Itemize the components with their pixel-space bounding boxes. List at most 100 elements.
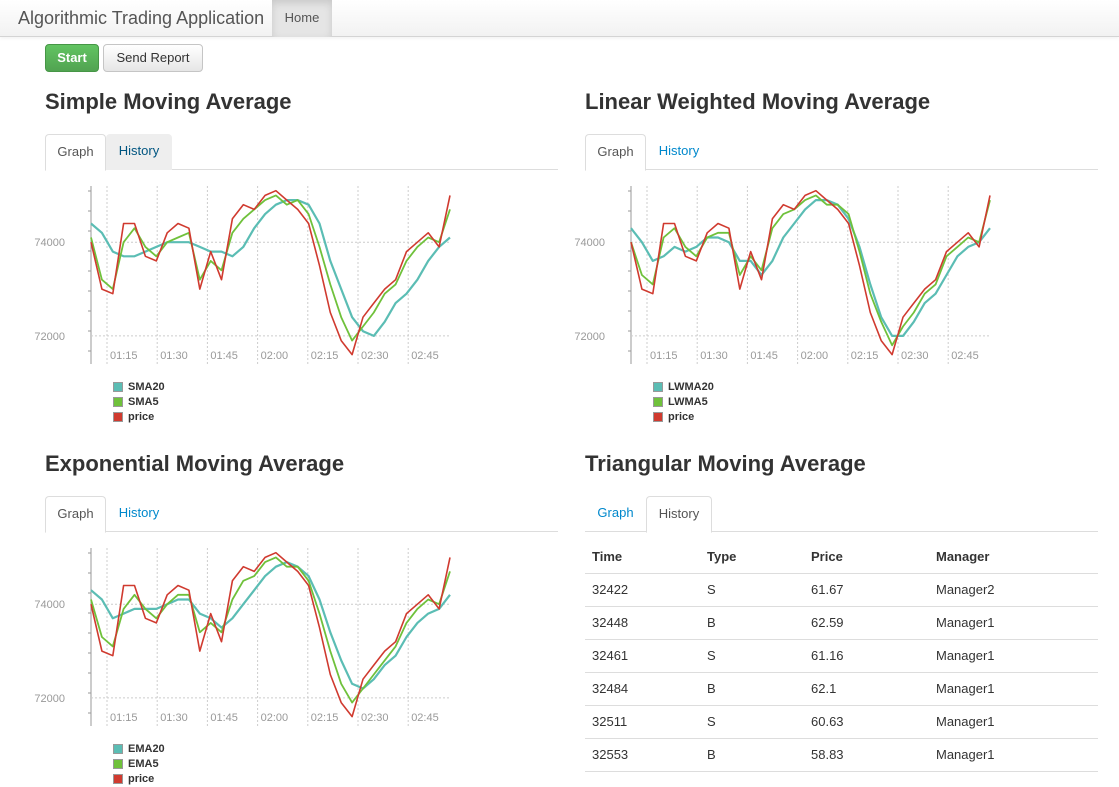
sma-panel: Simple Moving Average Graph History 7400… (34, 89, 558, 429)
ema-tab-graph[interactable]: Graph (45, 496, 106, 533)
start-button[interactable]: Start (45, 44, 99, 72)
table-row: 32422 S 61.67 Manager2 (585, 573, 1098, 607)
cell-price: 58.83 (804, 738, 929, 772)
legend-label-fast: LWMA5 (668, 395, 708, 408)
ema-chart: 74000 72000 01:15 01:30 01:45 02:00 02:15 02:30… (34, 548, 465, 738)
legend-swatch-fast (113, 396, 123, 407)
table-row: 32461 S 61.16 Manager1 (585, 639, 1098, 673)
cell-type: B (700, 606, 804, 640)
cell-price: 62.59 (804, 606, 929, 640)
lwma-tabs: Graph History (585, 134, 1098, 171)
lwma-tab-graph[interactable]: Graph (585, 134, 646, 171)
y-tick-label: 72000 (574, 331, 605, 343)
lwma-panel: Linear Weighted Moving Average Graph His… (574, 89, 1098, 429)
legend-label-fast: EMA5 (128, 757, 159, 770)
lwma-chart: 74000 72000 01:15 01:30 01:45 02:00 02:15 02:30… (574, 186, 1005, 376)
cell-manager: Manager1 (929, 705, 1098, 739)
cell-price: 60.63 (804, 705, 929, 739)
ema-chart-svg: 74000 72000 01:15 01:30 01:45 02:00 02:15 02:30… (34, 548, 451, 726)
tma-tab-graph[interactable]: Graph (585, 496, 646, 532)
nav-home-link[interactable]: Home (272, 0, 332, 37)
sma-tab-history[interactable]: History (106, 134, 172, 170)
cell-price: 61.67 (804, 573, 929, 607)
cell-manager: Manager1 (929, 606, 1098, 640)
legend-item-price: price (113, 409, 165, 424)
col-header-price: Price (804, 540, 929, 574)
legend-item-price: price (113, 771, 165, 786)
legend-label-slow: SMA20 (128, 380, 165, 393)
x-tick-label: 02:30 (901, 350, 929, 362)
app-brand[interactable]: Algorithmic Trading Application (18, 8, 264, 29)
series-line-ema20 (90, 561, 451, 690)
table-row: 32448 B 62.59 Manager1 (585, 606, 1098, 640)
x-tick-label: 02:00 (801, 350, 829, 362)
y-tick-label: 72000 (34, 331, 65, 343)
cell-price: 61.16 (804, 639, 929, 673)
legend-label-price: price (668, 410, 695, 423)
legend-label-slow: EMA20 (128, 742, 165, 755)
cell-manager: Manager2 (929, 573, 1098, 607)
lwma-tab-history[interactable]: History (646, 134, 712, 170)
x-tick-label: 01:15 (110, 350, 138, 362)
y-tick-label: 74000 (574, 237, 605, 249)
cell-type: B (700, 672, 804, 706)
tma-tabs: Graph History (585, 496, 1098, 533)
cell-type: B (700, 738, 804, 772)
legend-swatch-fast (113, 758, 123, 769)
series-line-lwma5 (630, 194, 991, 347)
x-tick-label: 01:30 (160, 712, 188, 724)
legend-label-slow: LWMA20 (668, 380, 714, 393)
x-tick-label: 02:15 (311, 350, 339, 362)
x-tick-label: 02:00 (261, 712, 289, 724)
x-tick-label: 01:45 (210, 350, 238, 362)
legend-swatch-slow (653, 381, 663, 392)
legend-item-fast: EMA5 (113, 756, 165, 771)
x-tick-label: 02:15 (851, 350, 879, 362)
col-header-manager: Manager (929, 540, 1098, 574)
legend-swatch-slow (113, 381, 123, 392)
cell-manager: Manager1 (929, 738, 1098, 772)
legend-swatch-price (653, 411, 663, 422)
sma-chart-svg: 74000 72000 01:15 01:30 01:45 02:00 02:15 02:30… (34, 186, 451, 364)
legend-item-slow: EMA20 (113, 741, 165, 756)
series-line-lwma20 (630, 199, 991, 337)
top-navbar: Algorithmic Trading Application Home (0, 0, 1119, 37)
y-tick-label: 72000 (34, 693, 65, 705)
tma-tab-history[interactable]: History (646, 496, 712, 533)
cell-time: 32448 (585, 606, 700, 640)
col-header-time: Time (585, 540, 700, 574)
legend-item-price: price (653, 409, 714, 424)
cell-time: 32511 (585, 705, 700, 739)
y-tick-label: 74000 (34, 599, 65, 611)
x-tick-label: 01:15 (650, 350, 678, 362)
legend-label-price: price (128, 410, 155, 423)
sma-tab-graph[interactable]: Graph (45, 134, 106, 171)
series-line-price (630, 189, 991, 356)
send-report-button[interactable]: Send Report (103, 44, 203, 72)
series-line-sma5 (90, 194, 451, 342)
lwma-title: Linear Weighted Moving Average (585, 89, 931, 114)
cell-type: S (700, 705, 804, 739)
x-tick-label: 02:45 (411, 712, 439, 724)
x-tick-label: 02:45 (951, 350, 979, 362)
x-tick-label: 02:45 (411, 350, 439, 362)
cell-time: 32484 (585, 672, 700, 706)
series-line-price (90, 551, 451, 718)
legend-item-slow: SMA20 (113, 379, 165, 394)
series-line-sma20 (90, 199, 451, 337)
sma-legend: SMA20 SMA5 price (113, 379, 165, 424)
legend-label-price: price (128, 772, 155, 785)
cell-time: 32553 (585, 738, 700, 772)
table-row: 32553 B 58.83 Manager1 (585, 738, 1098, 772)
x-tick-label: 02:30 (361, 712, 389, 724)
sma-tabs: Graph History (45, 134, 558, 171)
ema-tabs: Graph History (45, 496, 558, 533)
legend-swatch-price (113, 773, 123, 784)
ema-title: Exponential Moving Average (45, 451, 345, 476)
x-tick-label: 01:30 (700, 350, 728, 362)
cell-type: S (700, 573, 804, 607)
series-line-price (90, 189, 451, 356)
ema-tab-history[interactable]: History (106, 496, 172, 532)
sma-chart: 74000 72000 01:15 01:30 01:45 02:00 02:15 02:30… (34, 186, 465, 376)
x-tick-label: 01:45 (750, 350, 778, 362)
